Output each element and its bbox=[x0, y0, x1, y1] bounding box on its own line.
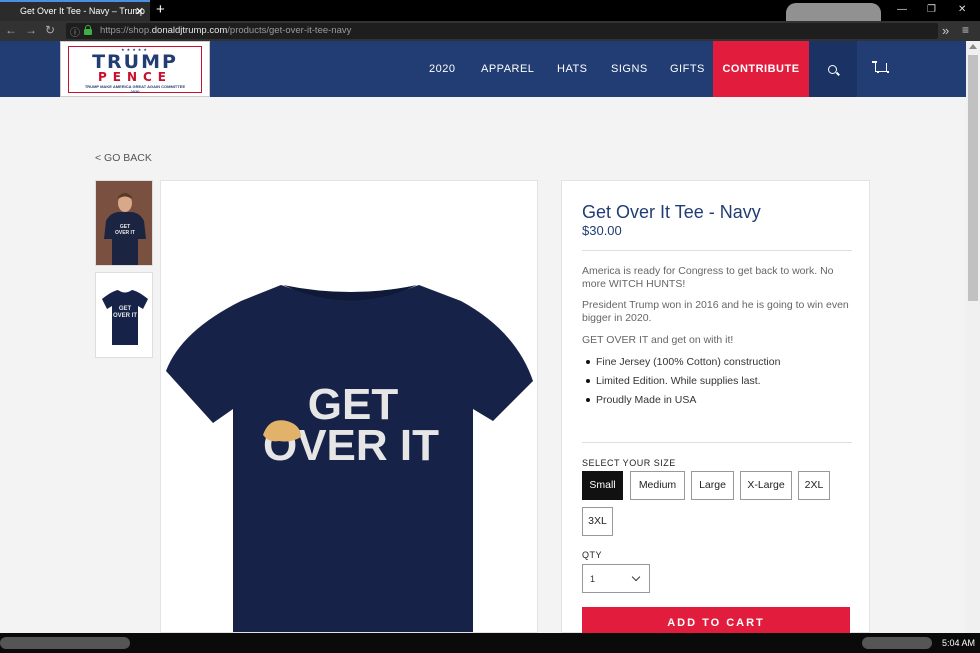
search-button[interactable] bbox=[809, 41, 857, 97]
plus-icon[interactable]: + bbox=[156, 1, 165, 18]
size-medium-button[interactable]: Medium bbox=[630, 471, 685, 500]
address-bar-row: ← → ↻ ⓘ https://shop.donaldjtrump.com/pr… bbox=[0, 21, 980, 41]
extensions-overflow-icon[interactable]: » bbox=[942, 23, 949, 38]
add-to-cart-button[interactable]: ADD TO CART bbox=[582, 607, 850, 634]
contribute-button[interactable]: CONTRIBUTE bbox=[713, 41, 809, 97]
size-label: SELECT YOUR SIZE bbox=[582, 458, 676, 468]
forward-icon[interactable]: → bbox=[25, 23, 37, 37]
shirt-thumb-photo: GET OVER IT bbox=[102, 290, 148, 345]
size-3xl-button[interactable]: 3XL bbox=[582, 507, 613, 536]
product-details-panel: Get Over It Tee - Navy $30.00 America is… bbox=[561, 180, 870, 634]
chevron-down-icon bbox=[631, 572, 641, 582]
quantity-select[interactable]: 1 bbox=[582, 564, 650, 593]
close-window-icon[interactable]: ✕ bbox=[958, 4, 966, 15]
info-icon[interactable]: ⓘ bbox=[70, 24, 80, 39]
nav-item-signs[interactable]: SIGNS bbox=[611, 41, 648, 97]
reload-icon[interactable]: ↻ bbox=[45, 23, 55, 37]
go-back-link[interactable]: < GO BACK bbox=[95, 152, 152, 164]
thumbnail-shirt[interactable]: GET OVER IT bbox=[95, 272, 153, 358]
site-header: ★★★★★ TRUMP PENCE TRUMP MAKE AMERICA GRE… bbox=[0, 41, 966, 97]
back-icon[interactable]: ← bbox=[5, 23, 17, 37]
feature-item: Limited Edition. While supplies last. bbox=[582, 375, 852, 394]
restore-icon[interactable]: ❐ bbox=[927, 4, 936, 15]
close-tab-icon[interactable]: ✕ bbox=[135, 5, 144, 18]
url-text: https://shop.donaldjtrump.com/products/g… bbox=[100, 25, 352, 36]
product-desc-3: GET OVER IT and get on with it! bbox=[582, 334, 734, 346]
shirt-photo: GET OVER IT bbox=[166, 285, 533, 632]
product-main-image[interactable]: GET OVER IT bbox=[160, 180, 538, 633]
page-scrollbar[interactable] bbox=[966, 41, 980, 633]
svg-text:GET: GET bbox=[119, 306, 132, 312]
svg-text:OVER IT: OVER IT bbox=[113, 313, 137, 319]
nav-item-hats[interactable]: HATS bbox=[557, 41, 588, 97]
url-input[interactable]: ⓘ https://shop.donaldjtrump.com/products… bbox=[66, 23, 938, 39]
quantity-value: 1 bbox=[590, 574, 596, 584]
size-2xl-button[interactable]: 2XL bbox=[798, 471, 830, 500]
logo-badge: ★★★★★ TRUMP PENCE TRUMP MAKE AMERICA GRE… bbox=[68, 46, 202, 94]
nav-item-gifts[interactable]: GIFTS bbox=[670, 41, 705, 97]
scroll-thumb[interactable] bbox=[968, 55, 978, 301]
search-icon bbox=[828, 65, 837, 74]
size-large-button[interactable]: Large bbox=[691, 471, 734, 500]
logo-line4: 2020 bbox=[130, 89, 140, 94]
browser-tab-strip: Get Over It Tee - Navy – Trump ✕ + — ❐ ✕ bbox=[0, 0, 980, 33]
size-xlarge-button[interactable]: X-Large bbox=[740, 471, 792, 500]
blurred-region bbox=[0, 637, 130, 649]
svg-text:OVER IT: OVER IT bbox=[115, 230, 135, 236]
menu-icon[interactable]: ≡ bbox=[962, 23, 969, 37]
scroll-up-arrow[interactable] bbox=[969, 44, 977, 49]
product-title: Get Over It Tee - Navy bbox=[582, 202, 761, 222]
minimize-icon[interactable]: — bbox=[897, 4, 907, 15]
nav-item-2020[interactable]: 2020 bbox=[429, 41, 455, 97]
taskbar-clock: 5:04 AM bbox=[942, 638, 976, 648]
product-price: $30.00 bbox=[582, 223, 622, 238]
size-small-button[interactable]: Small bbox=[582, 471, 623, 500]
divider bbox=[582, 250, 852, 251]
logo-line2: PENCE bbox=[97, 70, 173, 84]
lock-icon bbox=[84, 25, 92, 35]
os-taskbar: 5:04 AM bbox=[0, 633, 980, 653]
blurred-region bbox=[862, 637, 932, 649]
product-desc-2: President Trump won in 2016 and he is go… bbox=[582, 299, 849, 324]
product-features: Fine Jersey (100% Cotton) construction L… bbox=[582, 356, 852, 413]
thumbnail-model[interactable]: GET OVER IT bbox=[95, 180, 153, 266]
tab-title: Get Over It Tee - Navy – Trump bbox=[20, 6, 145, 16]
cart-icon[interactable] bbox=[872, 61, 889, 73]
model-photo: GET OVER IT bbox=[96, 181, 152, 265]
feature-item: Fine Jersey (100% Cotton) construction bbox=[582, 356, 852, 375]
browser-tab[interactable]: Get Over It Tee - Navy – Trump ✕ bbox=[0, 0, 150, 21]
qty-label: QTY bbox=[582, 550, 603, 560]
site-logo[interactable]: ★★★★★ TRUMP PENCE TRUMP MAKE AMERICA GRE… bbox=[60, 41, 210, 97]
nav-item-apparel[interactable]: APPAREL bbox=[481, 41, 534, 97]
feature-item: Proudly Made in USA bbox=[582, 394, 852, 413]
divider bbox=[582, 442, 852, 443]
product-desc-1: America is ready for Congress to get bac… bbox=[582, 265, 834, 290]
